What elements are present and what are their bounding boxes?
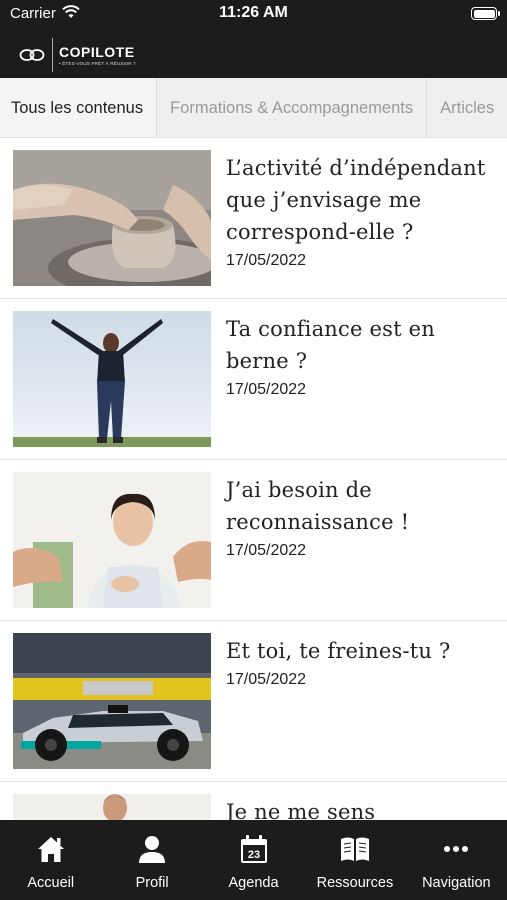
list-item[interactable]: L’activité d’indépendant que j’envisage … <box>0 138 507 299</box>
brand-name: COPILOTE <box>59 44 135 60</box>
copilote-logo[interactable]: COPILOTE • ÊTES-VOUS PRÊT À RÉUSSIR ? <box>18 38 136 72</box>
nav-agenda-label: Agenda <box>228 875 279 891</box>
clock: 11:26 AM <box>219 4 288 21</box>
pottery-hands-image <box>13 150 211 286</box>
content-tabs: Tous les contenus Formations & Accompagn… <box>0 78 507 138</box>
nav-navigation[interactable]: Navigation <box>406 820 507 900</box>
calendar-icon: 23 <box>238 833 270 865</box>
home-icon <box>35 833 67 865</box>
infinity-logo-icon <box>19 49 45 61</box>
tab-trainings[interactable]: Formations & Accompagnements <box>157 78 428 137</box>
formula-one-car-image <box>13 633 211 769</box>
item-date: 17/05/2022 <box>226 671 307 688</box>
tab-articles[interactable]: Articles <box>427 78 507 137</box>
tab-all-content[interactable]: Tous les contenus <box>0 78 158 137</box>
item-title: J’ai besoin de reconnaissance ! <box>226 478 410 534</box>
logo-divider <box>52 38 53 72</box>
status-bar: Carrier 11:26 AM <box>0 0 507 28</box>
nav-agenda[interactable]: 23 Agenda <box>203 820 304 900</box>
item-title: L’activité d’indépendant que j’envisage … <box>226 156 486 244</box>
nav-home-label: Accueil <box>27 875 75 891</box>
more-icon <box>440 833 472 865</box>
nav-resources[interactable]: Ressources <box>304 820 405 900</box>
list-item[interactable]: Ta confiance est en berne ? 17/05/2022 <box>0 299 507 460</box>
nav-home[interactable]: Accueil <box>0 820 101 900</box>
book-icon <box>339 833 371 865</box>
item-title: Et toi, te freines-tu ? <box>226 639 451 663</box>
person-portrait-image <box>13 794 211 820</box>
nav-profile[interactable]: Profil <box>101 820 202 900</box>
person-icon <box>136 833 168 865</box>
nav-resources-label: Ressources <box>316 875 394 891</box>
battery-icon <box>471 7 500 20</box>
woman-applause-image <box>13 472 211 608</box>
item-title: Ta confiance est en berne ? <box>226 317 435 373</box>
item-date: 17/05/2022 <box>226 542 307 559</box>
list-item[interactable]: Et toi, te freines-tu ? 17/05/2022 <box>0 621 507 782</box>
nav-profile-label: Profil <box>135 875 169 891</box>
item-date: 17/05/2022 <box>226 252 307 269</box>
list-item[interactable]: J’ai besoin de reconnaissance ! 17/05/20… <box>0 460 507 621</box>
item-title: Je ne me sens <box>226 800 376 820</box>
list-item[interactable]: Je ne me sens <box>0 782 507 820</box>
calendar-day-number: 23 <box>247 849 259 861</box>
woman-arms-raised-image <box>13 311 211 447</box>
content-list: L’activité d’indépendant que j’envisage … <box>0 138 507 820</box>
item-date: 17/05/2022 <box>226 381 307 398</box>
nav-navigation-label: Navigation <box>422 875 491 891</box>
bottom-navigation: Accueil Profil 23 Agenda Ressources Navi… <box>0 820 507 900</box>
brand-tagline: • ÊTES-VOUS PRÊT À RÉUSSIR ? <box>59 61 136 66</box>
app-header: COPILOTE • ÊTES-VOUS PRÊT À RÉUSSIR ? <box>0 28 507 78</box>
